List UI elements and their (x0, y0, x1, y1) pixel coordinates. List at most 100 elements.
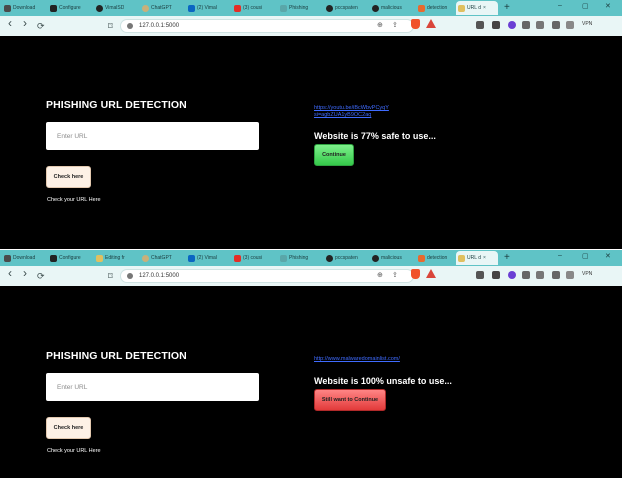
tab-github-vimal[interactable]: VimalSD (94, 1, 138, 15)
tab-label: detection (427, 255, 448, 261)
tab-label: (3) cousi (243, 255, 263, 261)
extension-icon[interactable] (476, 271, 484, 279)
brave-rewards-icon[interactable] (426, 19, 436, 28)
tab-detection[interactable]: detection (416, 251, 456, 265)
page-icon (458, 254, 465, 262)
puzzle-icon[interactable] (522, 271, 530, 279)
tab-label: detection (427, 5, 448, 11)
menu-icon[interactable] (566, 21, 574, 29)
close-icon[interactable]: × (483, 5, 486, 11)
download-icon[interactable] (552, 271, 560, 279)
profile-extension-icon[interactable] (508, 21, 516, 29)
reload-icon[interactable]: ⟳ (37, 20, 45, 32)
page-icon (418, 254, 425, 262)
maximize-icon[interactable]: ▢ (582, 2, 589, 10)
tab-youtube[interactable]: (3) cousi (232, 1, 276, 15)
tab-chatgpt[interactable]: ChatGPT (140, 251, 184, 265)
address-text: 127.0.0.1:5000 (139, 273, 180, 279)
maximize-icon[interactable]: ▢ (582, 252, 589, 260)
address-bar[interactable]: 127.0.0.1:5000 ⊕ ⇪ (120, 19, 414, 33)
checked-url-line: https://youtu.be/iBcWbvPCyqY (314, 105, 389, 111)
result-message: Website is 100% unsafe to use... (314, 376, 452, 386)
close-window-icon[interactable]: ✕ (605, 2, 611, 10)
zoom-icon[interactable]: ⊕ (377, 271, 383, 279)
check-here-button[interactable]: Check here (46, 166, 91, 188)
brave-shield-icon[interactable] (411, 269, 420, 279)
tab-configure[interactable]: Configure (48, 251, 92, 265)
sidebar-icon[interactable] (536, 21, 544, 29)
minimize-icon[interactable]: – (558, 252, 562, 259)
address-bar[interactable]: 127.0.0.1:5000 ⊕ ⇪ (120, 269, 414, 283)
puzzle-icon[interactable] (522, 21, 530, 29)
close-window-icon[interactable]: ✕ (605, 252, 611, 260)
tab-url-detection-active[interactable]: URL d × (456, 251, 498, 265)
tab-github-malicious[interactable]: malicious (370, 251, 414, 265)
profile-extension-icon[interactable] (508, 271, 516, 279)
still-continue-button[interactable]: Still want to Continue (314, 389, 386, 411)
tab-label: pccspaten (335, 255, 358, 261)
tab-linkedin[interactable]: (2) Vimal (186, 251, 230, 265)
tab-chatgpt[interactable]: ChatGPT (140, 1, 184, 15)
download-icon[interactable] (552, 21, 560, 29)
wallet-icon[interactable] (492, 271, 500, 279)
wallet-icon[interactable] (492, 21, 500, 29)
zoom-icon[interactable]: ⊕ (377, 21, 383, 29)
tab-download[interactable]: Download (2, 251, 46, 265)
reload-icon[interactable]: ⟳ (37, 270, 45, 282)
menu-icon[interactable] (566, 271, 574, 279)
tab-label: malicious (381, 5, 402, 11)
tab-linkedin[interactable]: (2) Vimal (186, 1, 230, 15)
github-icon (372, 254, 379, 262)
url-input[interactable] (46, 122, 259, 150)
tab-phishing[interactable]: Phishing (278, 1, 322, 15)
minimize-icon[interactable]: – (558, 2, 562, 9)
check-here-button[interactable]: Check here (46, 417, 91, 439)
share-icon[interactable]: ⇪ (392, 21, 398, 29)
tab-github-pccspaten[interactable]: pccspaten (324, 251, 368, 265)
checked-url-link[interactable]: http://www.malwaredomainlist.com/ (314, 356, 400, 363)
tab-label: URL d (467, 255, 481, 261)
continue-button[interactable]: Continue (314, 144, 354, 166)
extension-icon[interactable] (476, 21, 484, 29)
tab-youtube[interactable]: (3) cousi (232, 251, 276, 265)
close-icon[interactable]: × (483, 255, 486, 261)
bookmark-icon[interactable]: ⌑ (108, 270, 113, 282)
tab-configure[interactable]: Configure (48, 1, 92, 15)
checked-url-line: si=agbZUA1yB9OC2aq (314, 112, 372, 118)
brave-rewards-icon[interactable] (426, 269, 436, 278)
vpn-button[interactable]: VPN (582, 271, 592, 277)
new-tab-icon[interactable]: + (504, 2, 510, 14)
tab-label: URL d (467, 5, 481, 11)
tab-phishing[interactable]: Phishing (278, 251, 322, 265)
tab-editing[interactable]: Editing fr (94, 251, 138, 265)
tab-label: Phishing (289, 255, 309, 261)
back-icon[interactable]: ‹ (8, 267, 12, 279)
tab-label: (3) cousi (243, 5, 263, 11)
forward-icon[interactable]: › (23, 17, 27, 29)
brave-shield-icon[interactable] (411, 19, 420, 29)
forward-icon[interactable]: › (23, 267, 27, 279)
tab-url-detection-active[interactable]: URL d × (456, 1, 498, 15)
tab-detection[interactable]: detection (416, 1, 456, 15)
vpn-button[interactable]: VPN (582, 21, 592, 27)
new-tab-icon[interactable]: + (504, 252, 510, 264)
tab-label: ChatGPT (151, 255, 172, 261)
tab-github-malicious[interactable]: malicious (370, 1, 414, 15)
tab-label: Configure (59, 255, 81, 261)
checked-url-link[interactable]: https://youtu.be/iBcWbvPCyqY si=agbZUA1y… (314, 105, 389, 119)
github-icon (96, 4, 103, 12)
checked-url-line: http://www.malwaredomainlist.com/ (314, 356, 400, 362)
url-input[interactable] (46, 373, 259, 401)
site-info-icon[interactable] (127, 273, 133, 279)
hint-text: Check your URL Here (47, 197, 101, 203)
tab-github-pccspaten[interactable]: pccspaten (324, 1, 368, 15)
linkedin-icon (188, 254, 195, 262)
bookmark-icon[interactable]: ⌑ (108, 20, 113, 32)
sidebar-icon[interactable] (536, 271, 544, 279)
navigation-bar: ‹ › ⟳ ⌑ 127.0.0.1:5000 ⊕ ⇪ VPN (0, 266, 622, 286)
tab-download[interactable]: Download (2, 1, 46, 15)
share-icon[interactable]: ⇪ (392, 271, 398, 279)
site-info-icon[interactable] (127, 23, 133, 29)
tab-label: Download (13, 255, 36, 261)
back-icon[interactable]: ‹ (8, 17, 12, 29)
